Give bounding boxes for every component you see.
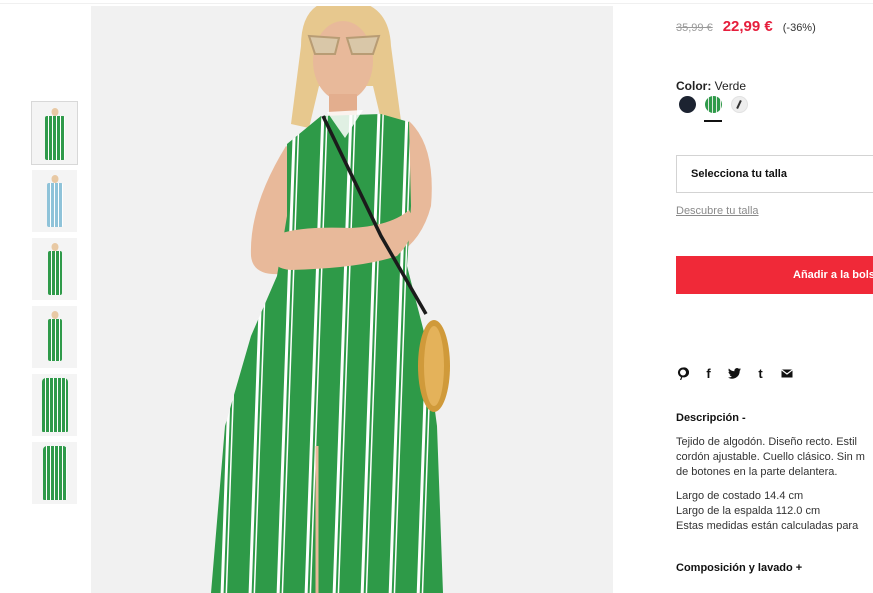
selected-swatch-indicator xyxy=(704,120,722,122)
measurements: Largo de costado 14.4 cm Largo de la esp… xyxy=(676,489,873,534)
size-select[interactable]: Selecciona tu talla xyxy=(676,155,873,193)
description-line: cordón ajustable. Cuello clásico. Sin m xyxy=(676,451,865,463)
size-guide-link[interactable]: Descubre tu talla xyxy=(676,205,759,217)
twitter-icon[interactable] xyxy=(728,366,741,380)
thumbnail-4[interactable] xyxy=(32,306,77,368)
current-price: 22,99 € xyxy=(722,18,773,35)
thumb-figure-dress xyxy=(47,251,62,295)
thumb-figure-head xyxy=(51,243,58,251)
facebook-icon[interactable]: f xyxy=(702,366,715,381)
header-strip xyxy=(0,0,873,4)
swatch-white[interactable] xyxy=(731,96,748,113)
thumbnail-2[interactable] xyxy=(32,170,77,232)
description-paragraph: Tejido de algodón. Diseño recto. Estil c… xyxy=(676,435,873,480)
swatch-navy[interactable] xyxy=(679,96,696,113)
old-price: 35,99 € xyxy=(676,22,713,34)
thumb-figure-dress xyxy=(47,319,62,361)
thumbnail-5[interactable] xyxy=(32,374,77,436)
color-label: Color: xyxy=(676,79,712,93)
composition-toggle[interactable]: Composición y lavado + xyxy=(676,562,802,574)
price-block: 35,99 € 22,99 € (-36%) xyxy=(676,18,816,35)
add-to-bag-button[interactable]: Añadir a la bols xyxy=(676,256,873,294)
thumbnail-1[interactable] xyxy=(31,101,78,165)
thumb-dress-flat xyxy=(41,378,68,432)
description-line: Tejido de algodón. Diseño recto. Estil xyxy=(676,436,857,448)
color-value: Verde xyxy=(714,79,747,93)
discount-badge: (-36%) xyxy=(782,22,816,34)
thumb-figure-head xyxy=(51,311,58,319)
main-product-image[interactable] xyxy=(91,6,613,593)
thumb-dress-flat xyxy=(42,446,67,500)
thumb-figure-dress xyxy=(46,183,63,227)
description-toggle[interactable]: Descripción - xyxy=(676,412,746,424)
thumb-figure-dress xyxy=(44,116,65,160)
thumbnail-6[interactable] xyxy=(32,442,77,504)
measure-line: Largo de costado 14.4 cm xyxy=(676,490,804,502)
color-label-row: Color: Verde xyxy=(676,79,746,93)
thumb-figure-head xyxy=(51,175,58,183)
tumblr-icon[interactable]: t xyxy=(754,366,767,381)
thumbnail-3[interactable] xyxy=(32,238,77,300)
pinterest-icon[interactable] xyxy=(676,366,689,380)
measure-line: Estas medidas están calculadas para xyxy=(676,520,859,532)
product-photo xyxy=(91,6,613,593)
share-icons: f t xyxy=(676,366,793,381)
swatch-green[interactable] xyxy=(705,96,722,113)
thumb-figure-head xyxy=(51,108,58,116)
description-line: de botones en la parte delantera. xyxy=(676,466,838,478)
thumbnail-gallery xyxy=(31,101,78,510)
email-icon[interactable] xyxy=(780,366,793,380)
description-body: Tejido de algodón. Diseño recto. Estil c… xyxy=(676,435,873,534)
measure-line: Largo de la espalda 112.0 cm xyxy=(676,505,821,517)
color-swatches xyxy=(679,96,748,113)
